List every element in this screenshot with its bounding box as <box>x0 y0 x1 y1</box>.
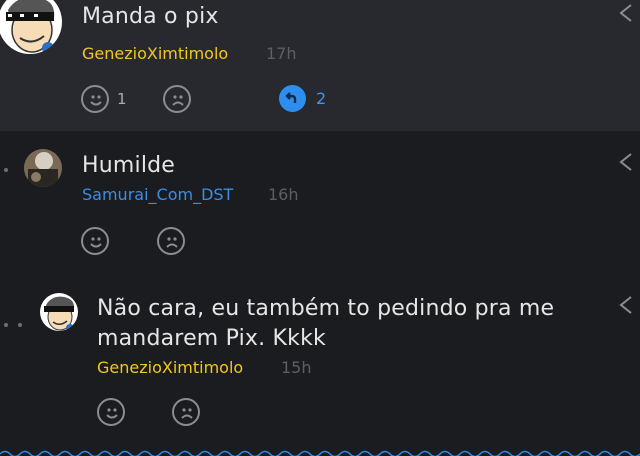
frown-icon <box>166 237 178 248</box>
like-button[interactable] <box>81 85 109 113</box>
smile-icon <box>90 237 102 248</box>
comment-time: 15h <box>281 358 312 377</box>
comment-3: Não cara, eu também to pedindo pra me ma… <box>0 283 640 456</box>
frown-icon <box>172 95 184 106</box>
like-button[interactable] <box>81 227 109 255</box>
like-count: 1 <box>117 90 127 108</box>
thread-indicator <box>18 323 22 327</box>
loading-divider <box>0 450 640 456</box>
avatar[interactable] <box>40 293 78 331</box>
avatar[interactable] <box>0 0 62 54</box>
share-icon[interactable] <box>617 2 635 24</box>
smile-icon <box>90 95 102 106</box>
avatar[interactable] <box>24 149 62 187</box>
comment-body-line-1: Não cara, eu também to pedindo pra me <box>97 296 555 321</box>
smile-icon <box>106 408 118 419</box>
dislike-button[interactable] <box>157 227 185 255</box>
comment-body: Manda o pix <box>82 4 219 29</box>
comment-1: Manda o pix GenezioXimtimolo 17h 1 2 <box>0 0 640 131</box>
dislike-button[interactable] <box>172 398 200 426</box>
comment-2: Humilde Samurai_Com_DST 16h <box>0 131 640 283</box>
thread-indicator <box>4 168 8 172</box>
comment-time: 17h <box>266 44 297 63</box>
frown-icon <box>181 408 193 419</box>
share-icon[interactable] <box>617 151 635 173</box>
dislike-button[interactable] <box>163 85 191 113</box>
reply-badge-icon[interactable] <box>279 85 306 112</box>
comment-body: Humilde <box>82 153 176 178</box>
comment-time: 16h <box>268 185 299 204</box>
comment-body-line-2: mandarem Pix. Kkkk <box>97 326 326 351</box>
thread-indicator <box>4 323 8 327</box>
comment-username[interactable]: GenezioXimtimolo <box>82 44 228 63</box>
comment-username[interactable]: Samurai_Com_DST <box>82 185 233 204</box>
like-button[interactable] <box>97 398 125 426</box>
reply-count[interactable]: 2 <box>316 89 326 108</box>
share-icon[interactable] <box>617 294 635 316</box>
comment-thread: Manda o pix GenezioXimtimolo 17h 1 2 Hum… <box>0 0 640 456</box>
comment-username[interactable]: GenezioXimtimolo <box>97 358 243 377</box>
